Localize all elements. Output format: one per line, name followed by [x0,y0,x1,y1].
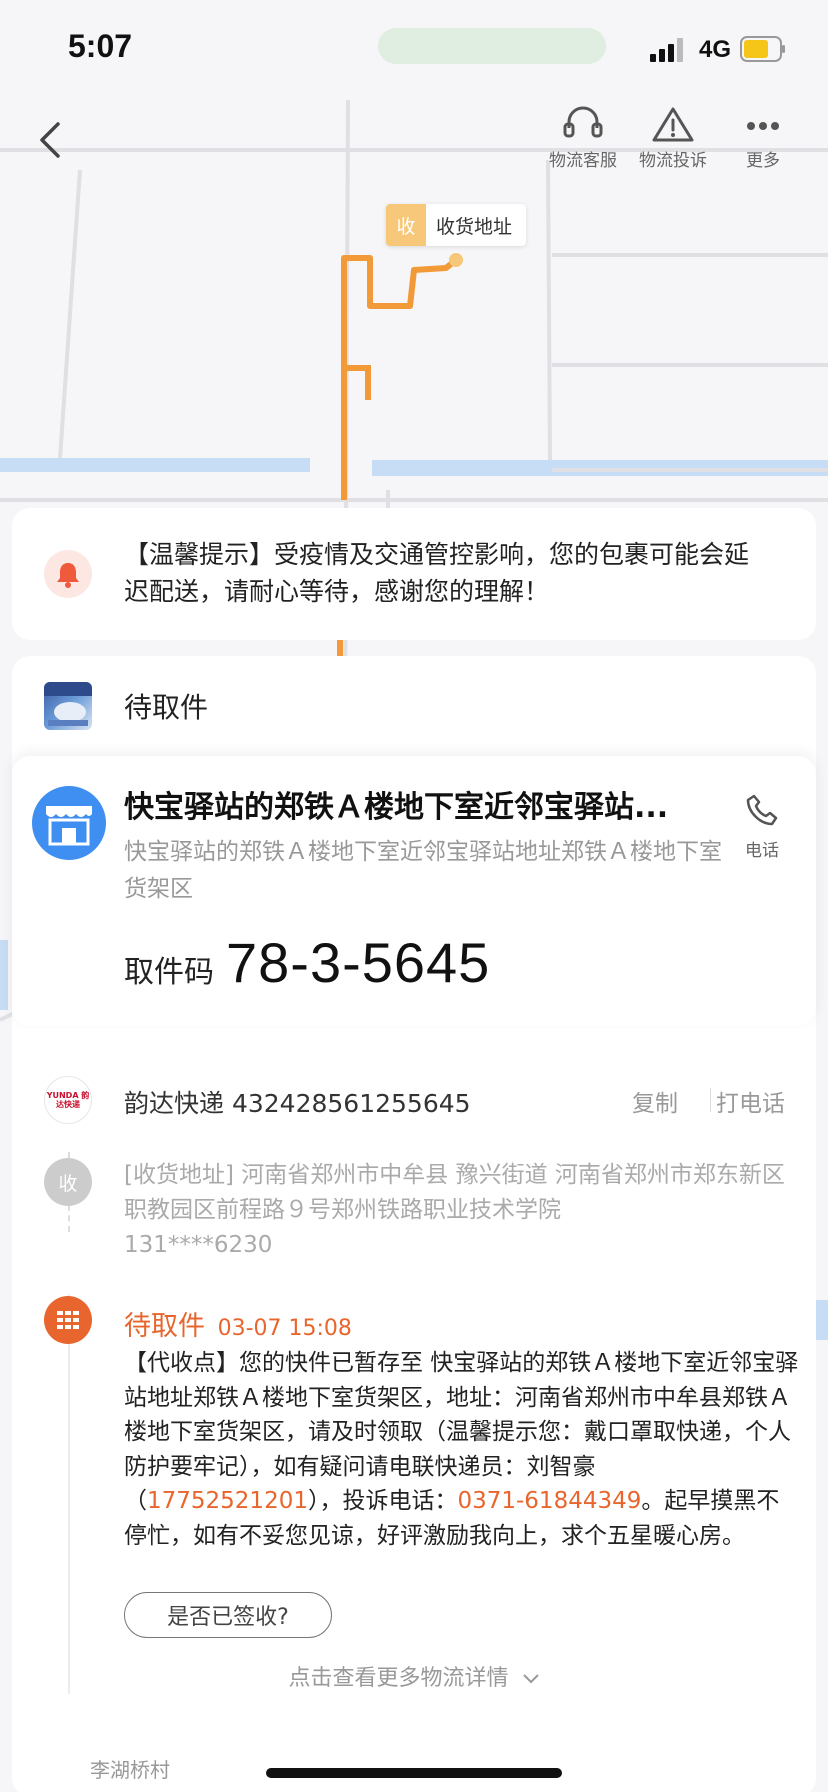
back-arrow-icon[interactable] [34,116,70,164]
warning-icon [652,107,694,142]
event-status: 待取件 [124,1311,205,1342]
map-place-label: 李湖桥村 [90,1758,170,1782]
tracking-card: YUNDA 韵达快递 韵达快递 432428561255645 复制 打电话 收… [12,1042,816,1792]
clock: 5:07 [68,28,133,64]
network-type: 4G [699,36,732,63]
marker-label: 收货地址 [436,215,513,238]
receive-address-line: [收货地址] 河南省郑州市中牟县 豫兴街道 河南省郑州市郑东新区职教园区前程路９… [124,1162,785,1223]
timeline-line [68,1294,70,1694]
notice-card: 【温馨提示】受疫情及交通管控影响，您的包裹可能会延迟配送，请耐心等待，感谢您的理… [12,508,816,640]
station-address: 快宝驿站的郑铁Ａ楼地下室近邻宝驿站地址郑铁Ａ楼地下室货架区 [124,839,722,902]
home-indicator[interactable] [266,1768,562,1778]
complaint-label: 物流投诉 [639,151,707,171]
pickup-code-label: 取件码 [124,955,214,990]
store-icon [32,786,106,860]
service-label: 物流客服 [549,151,617,171]
signed-question-button[interactable]: 是否已签收? [124,1592,332,1638]
pickup-code-value: 78-3-5645 [226,931,491,994]
pickup-node [44,1296,92,1344]
grid-icon [57,1311,79,1329]
receive-phone: 131****6230 [124,1232,273,1258]
more-details-link[interactable]: 点击查看更多物流详情 [12,1660,816,1692]
chevron-down-icon [522,1666,540,1691]
phone-label: 电话 [745,841,779,861]
status-bar: 5:07 4G [0,0,828,100]
event-header: 待取件 03-07 15:08 [124,1304,352,1343]
bell-icon [44,550,92,598]
call-button[interactable]: 打电话 [716,1084,785,1118]
pickup-code-row: 取件码 78-3-5645 [124,930,490,995]
more-label: 更多 [746,151,780,171]
event-time: 03-07 15:08 [217,1316,352,1341]
yunda-logo: YUNDA 韵达快递 [44,1076,92,1124]
battery-icon [740,36,785,62]
marker-tag: 收 [386,204,426,246]
logistics-service-button[interactable]: 物流客服 [538,106,628,171]
event-text-2: ），投诉电话： [307,1488,458,1514]
status-header: 待取件 [12,656,816,756]
divider [710,1088,711,1112]
phone-icon [746,794,778,826]
receive-node: 收 [44,1158,92,1206]
package-thumbnail [44,682,92,730]
more-dots-icon [747,122,779,130]
event-description: 【代收点】您的快件已暂存至 快宝驿站的郑铁Ａ楼地下室近邻宝驿站地址郑铁Ａ楼地下室… [124,1346,800,1553]
notice-text: 【温馨提示】受疫情及交通管控影响，您的包裹可能会延迟配送，请耐心等待，感谢您的理… [124,540,750,606]
call-indicator [378,28,606,64]
courier-phone-link[interactable]: 17752521201 [147,1488,308,1514]
receive-address: [收货地址] 河南省郑州市中牟县 豫兴街道 河南省郑州市郑东新区职教园区前程路９… [124,1158,788,1263]
station-name: 快宝驿站的郑铁Ａ楼地下室近邻宝驿站... [124,790,669,825]
signal-icon [650,38,683,62]
delivery-address-marker[interactable]: 收 收货地址 [386,204,527,246]
carrier-tracking-number: 韵达快递 432428561255645 [124,1089,471,1118]
complaint-phone-link[interactable]: 0371-61844349 [457,1488,641,1514]
copy-button[interactable]: 复制 [632,1084,678,1118]
logistics-complaint-button[interactable]: 物流投诉 [628,106,718,171]
more-details-label: 点击查看更多物流详情 [288,1666,509,1691]
station-phone-button[interactable]: 电话 [732,792,792,861]
pickup-station-card[interactable]: 快宝驿站的郑铁Ａ楼地下室近邻宝驿站... 快宝驿站的郑铁Ａ楼地下室近邻宝驿站地址… [12,756,816,1026]
more-button[interactable]: 更多 [718,106,808,171]
status-title: 待取件 [124,691,209,724]
headset-icon [563,106,603,138]
